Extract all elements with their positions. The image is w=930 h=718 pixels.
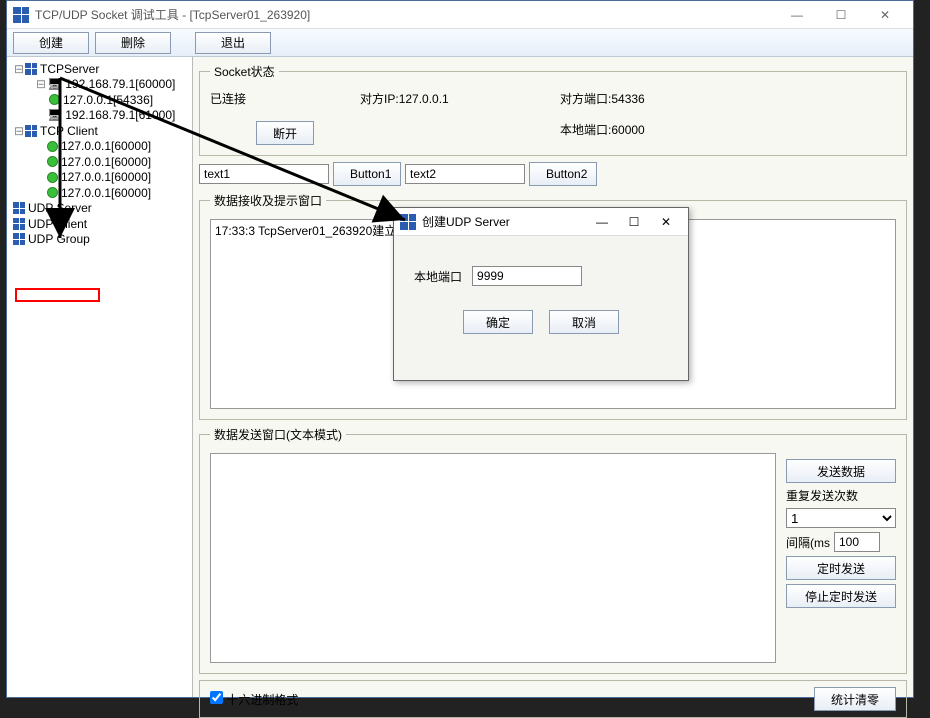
bottom-row: 十六进制格式 统计清零 <box>199 680 907 718</box>
app-icon <box>400 214 416 230</box>
ok-button[interactable]: 确定 <box>463 310 533 334</box>
status-legend: Socket状态 <box>210 63 279 80</box>
create-button[interactable]: 创建 <box>13 32 89 54</box>
status-dot-icon <box>47 156 58 167</box>
right-panel: Socket状态 已连接 对方IP:127.0.0.1 对方端口:54336 断… <box>193 57 913 697</box>
status-connected: 已连接 <box>210 90 360 107</box>
port-label: 本地端口 <box>414 268 462 285</box>
status-dot-icon <box>47 141 58 152</box>
socket-status-group: Socket状态 已连接 对方IP:127.0.0.1 对方端口:54336 断… <box>199 63 907 156</box>
maximize-icon[interactable]: ☐ <box>819 2 863 28</box>
send-textarea[interactable] <box>210 453 776 663</box>
tree-item[interactable]: 127.0.0.1[60000] <box>9 185 190 201</box>
collapse-icon[interactable]: ⊟ <box>13 62 25 76</box>
tree-udp-server[interactable]: UDP Server <box>9 201 190 217</box>
dialog-minimize-icon[interactable]: — <box>586 215 618 229</box>
repeat-select[interactable]: 1 <box>786 508 896 528</box>
local-port: 本地端口:60000 <box>560 121 720 145</box>
recv-legend: 数据接收及提示窗口 <box>210 192 326 209</box>
dialog-title: 创建UDP Server <box>422 213 586 230</box>
disconnect-button[interactable]: 断开 <box>256 121 314 145</box>
status-dot-icon <box>47 187 58 198</box>
timed-send-button[interactable]: 定时发送 <box>786 556 896 580</box>
peer-port: 对方端口:54336 <box>560 90 720 107</box>
peer-ip: 对方IP:127.0.0.1 <box>360 90 560 107</box>
stop-timed-button[interactable]: 停止定时发送 <box>786 584 896 608</box>
highlight-box <box>15 288 100 302</box>
tree-item[interactable]: 127.0.0.1[54336] <box>9 92 190 108</box>
send-legend: 数据发送窗口(文本模式) <box>210 426 346 443</box>
button1[interactable]: Button1 <box>333 162 401 186</box>
input-row: Button1 Button2 <box>199 162 907 186</box>
tree-udp-client[interactable]: UDP Client <box>9 216 190 232</box>
exit-button[interactable]: 退出 <box>195 32 271 54</box>
create-udp-dialog: 创建UDP Server — ☐ ✕ 本地端口 确定 取消 <box>393 207 689 381</box>
dialog-close-icon[interactable]: ✕ <box>650 215 682 229</box>
tree-item[interactable]: 127.0.0.1[60000] <box>9 170 190 186</box>
window-title: TCP/UDP Socket 调试工具 - [TcpServer01_26392… <box>35 6 775 23</box>
repeat-label: 重复发送次数 <box>786 487 896 504</box>
port-input[interactable] <box>472 266 582 286</box>
hex-checkbox-label[interactable]: 十六进制格式 <box>210 691 298 708</box>
button2[interactable]: Button2 <box>529 162 597 186</box>
send-group: 数据发送窗口(文本模式) 发送数据 重复发送次数 1 间隔(ms 定时发送 停止… <box>199 426 907 674</box>
close-icon[interactable]: ✕ <box>863 2 907 28</box>
text2-input[interactable] <box>405 164 525 184</box>
delete-button[interactable]: 删除 <box>95 32 171 54</box>
main-window: TCP/UDP Socket 调试工具 - [TcpServer01_26392… <box>6 0 914 698</box>
interval-input[interactable] <box>834 532 880 552</box>
stats-clear-button[interactable]: 统计清零 <box>814 687 896 711</box>
collapse-icon[interactable]: ⊟ <box>13 124 25 138</box>
interval-label: 间隔(ms <box>786 534 830 551</box>
tree-panel[interactable]: ⊟ TCPServer ⊟🖥192.168.79.1[60000] 127.0.… <box>7 57 193 697</box>
tree-tcp-client[interactable]: ⊟ TCP Client <box>9 123 190 139</box>
tree-item[interactable]: ⊟🖥192.168.79.1[60000] <box>9 77 190 93</box>
tree-item[interactable]: 127.0.0.1[60000] <box>9 139 190 155</box>
tree-tcp-server[interactable]: ⊟ TCPServer <box>9 61 190 77</box>
app-icon <box>13 7 29 23</box>
toolbar: 创建 删除 退出 <box>7 29 913 57</box>
minimize-icon[interactable]: — <box>775 2 819 28</box>
tree-item[interactable]: 🖥192.168.79.1[61000] <box>9 108 190 124</box>
dialog-maximize-icon[interactable]: ☐ <box>618 215 650 229</box>
cancel-button[interactable]: 取消 <box>549 310 619 334</box>
titlebar: TCP/UDP Socket 调试工具 - [TcpServer01_26392… <box>7 1 913 29</box>
tree-item[interactable]: 127.0.0.1[60000] <box>9 154 190 170</box>
text1-input[interactable] <box>199 164 329 184</box>
status-dot-icon <box>47 172 58 183</box>
hex-checkbox[interactable] <box>210 691 223 704</box>
status-dot-icon <box>49 94 60 105</box>
tree-udp-group[interactable]: UDP Group <box>9 232 190 248</box>
send-button[interactable]: 发送数据 <box>786 459 896 483</box>
